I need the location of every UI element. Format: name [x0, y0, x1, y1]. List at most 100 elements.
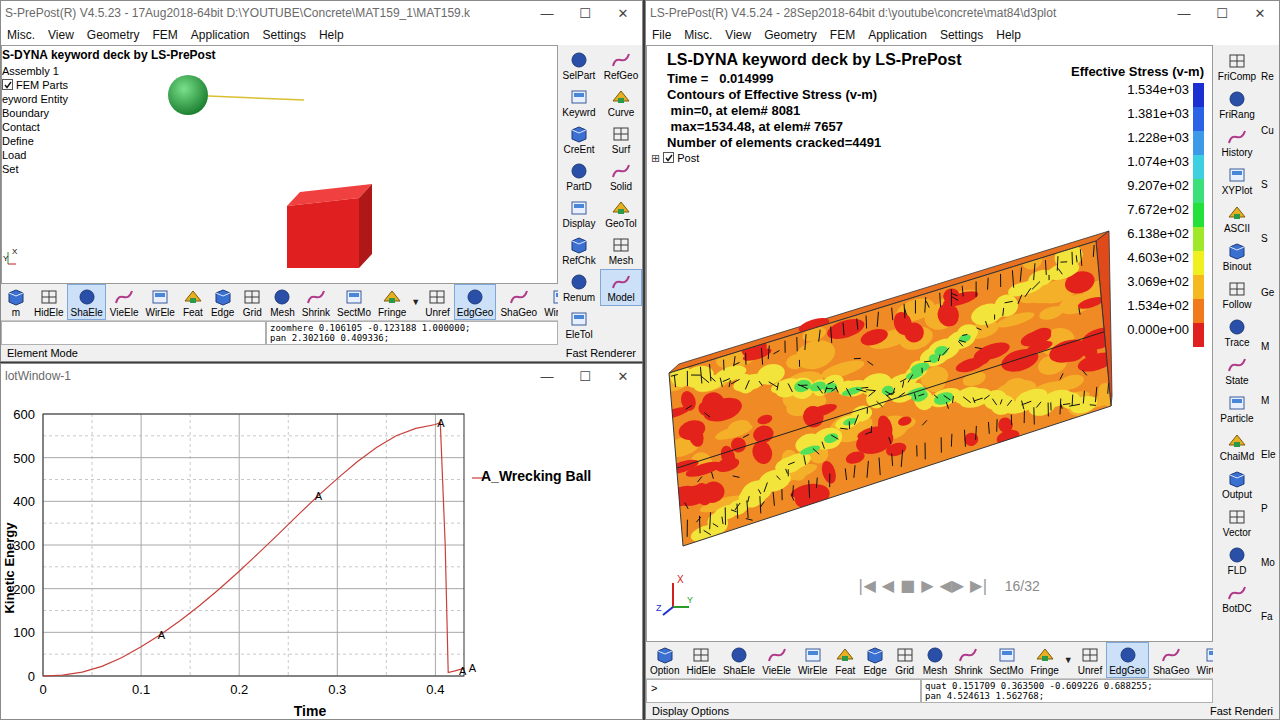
side-tool-button[interactable]: M — [1261, 395, 1279, 449]
window-control-button[interactable]: ☐ — [1203, 6, 1241, 21]
side-tool-button[interactable]: Particle — [1213, 389, 1261, 427]
playback-button[interactable]: ▶| — [969, 576, 989, 595]
side-tool-button[interactable]: State — [1213, 351, 1261, 389]
side-tool-button[interactable]: History — [1213, 123, 1261, 161]
tool-button[interactable]: WirEle — [142, 284, 177, 320]
tool-button[interactable]: WirEle — [795, 642, 830, 678]
tree-item[interactable]: eyword Entity — [2, 92, 557, 106]
playback-button[interactable]: ▶ — [920, 576, 934, 595]
tool-button[interactable]: Fringe — [375, 284, 409, 320]
side-tool-button[interactable]: BotDC — [1213, 579, 1261, 617]
side-tool-button[interactable]: FLD — [1213, 541, 1261, 579]
tool-button[interactable]: Grid — [891, 642, 919, 678]
side-tool-button[interactable]: SelPart — [558, 47, 600, 84]
playback-button[interactable]: ◀▶ — [938, 576, 965, 595]
command-input[interactable]: > — [646, 679, 921, 703]
side-tool-button[interactable]: EleTol — [558, 306, 600, 343]
command-input[interactable] — [1, 321, 266, 345]
window-control-button[interactable]: ✕ — [604, 369, 642, 384]
window-control-button[interactable]: — — [1165, 6, 1203, 21]
side-tool-button[interactable]: Renum — [558, 269, 600, 306]
tool-button[interactable]: EdgGeo — [454, 284, 497, 320]
tool-button[interactable]: ShaGeo — [497, 284, 540, 320]
window-control-button[interactable]: ✕ — [1241, 6, 1279, 21]
side-tool-button[interactable]: S — [1261, 179, 1279, 233]
playback-button[interactable]: ■ — [899, 576, 916, 595]
dropdown-arrow[interactable]: ▼ — [410, 284, 421, 320]
side-tool-button[interactable]: XYPlot — [1213, 161, 1261, 199]
side-tool-button[interactable]: Fa — [1261, 611, 1279, 665]
tree-item[interactable]: Contact — [2, 120, 557, 134]
side-tool-button[interactable]: FriRang — [1213, 85, 1261, 123]
side-tool-button[interactable]: Re — [1261, 71, 1279, 125]
side-tool-button[interactable]: Keywrd — [558, 84, 600, 121]
side-tool-button[interactable]: CreEnt — [558, 121, 600, 158]
tool-button[interactable]: Shrink — [951, 642, 985, 678]
side-tool-button[interactable]: Solid — [600, 158, 642, 195]
side-tool-button[interactable]: RefGeo — [600, 47, 642, 84]
menu-item[interactable]: View — [48, 28, 74, 42]
tool-button[interactable]: Edge — [860, 642, 889, 678]
side-tool-button[interactable]: Display — [558, 195, 600, 232]
side-tool-button[interactable]: Binout — [1213, 237, 1261, 275]
side-tool-button[interactable]: ChaiMd — [1213, 427, 1261, 465]
tree-checkbox[interactable] — [2, 79, 13, 90]
tree-item[interactable]: Boundary — [2, 106, 557, 120]
playback-button[interactable]: |◀ — [857, 576, 877, 595]
menu-item[interactable]: Application — [191, 28, 250, 42]
side-tool-button[interactable]: GeoTol — [600, 195, 642, 232]
tool-button[interactable]: Edge — [208, 284, 237, 320]
tree-item[interactable]: Load — [2, 148, 557, 162]
tree-item[interactable]: Assembly 1 — [2, 64, 557, 78]
tool-button[interactable]: Option — [647, 642, 682, 678]
side-tool-button[interactable]: Trace — [1213, 313, 1261, 351]
window-control-button[interactable]: — — [528, 369, 566, 384]
tree-checkbox[interactable] — [663, 152, 674, 163]
tool-button[interactable]: SectMo — [334, 284, 374, 320]
side-tool-button[interactable]: Model — [600, 269, 642, 306]
tree-item[interactable]: ⊞Post — [651, 151, 962, 165]
menu-item[interactable]: FEM — [830, 28, 855, 42]
tool-button[interactable]: Feat — [831, 642, 859, 678]
tree-item[interactable]: FEM Parts — [2, 78, 557, 92]
menu-item[interactable]: Misc. — [684, 28, 712, 42]
menu-item[interactable]: Geometry — [764, 28, 817, 42]
tool-button[interactable]: Fringe — [1027, 642, 1061, 678]
post-window[interactable]: LS-PrePost(R) V4.5.24 - 28Sep2018-64bit … — [645, 0, 1280, 720]
side-tool-button[interactable]: Output — [1213, 465, 1261, 503]
tool-button[interactable]: VieEle — [107, 284, 142, 320]
menu-item[interactable]: Settings — [263, 28, 306, 42]
side-tool-button[interactable]: ASCII — [1213, 199, 1261, 237]
tool-button[interactable]: ShaEle — [67, 284, 105, 320]
menu-item[interactable]: FEM — [152, 28, 177, 42]
tool-button[interactable]: ShaGeo — [1150, 642, 1193, 678]
side-tool-button[interactable]: RefChk — [558, 232, 600, 269]
side-tool-button[interactable]: Ge — [1261, 287, 1279, 341]
window-control-button[interactable]: ✕ — [604, 6, 642, 21]
tool-button[interactable]: ShaEle — [720, 642, 758, 678]
side-tool-button[interactable]: Follow — [1213, 275, 1261, 313]
tool-button[interactable]: Mesh — [267, 284, 297, 320]
menu-item[interactable]: View — [725, 28, 751, 42]
menu-item[interactable]: Help — [319, 28, 344, 42]
tool-button[interactable]: m — [2, 284, 30, 320]
window-control-button[interactable]: ☐ — [566, 6, 604, 21]
window-control-button[interactable]: — — [528, 6, 566, 21]
plot-window[interactable]: lotWindow-1—☐✕010020030040050060000.10.2… — [0, 363, 643, 720]
side-tool-button[interactable]: FriComp — [1213, 47, 1261, 85]
window-control-button[interactable]: ☐ — [566, 369, 604, 384]
tree-expander[interactable]: ⊞ — [651, 151, 660, 165]
menu-item[interactable]: Geometry — [87, 28, 140, 42]
tool-button[interactable]: Mesh — [920, 642, 950, 678]
dropdown-arrow[interactable]: ▼ — [1063, 642, 1074, 678]
tool-button[interactable]: Grid — [238, 284, 266, 320]
tool-button[interactable]: VieEle — [759, 642, 794, 678]
side-tool-button[interactable]: Mesh — [600, 232, 642, 269]
tool-button[interactable]: Feat — [179, 284, 207, 320]
menu-item[interactable]: Help — [996, 28, 1021, 42]
menu-item[interactable]: Settings — [940, 28, 983, 42]
menu-item[interactable]: Application — [868, 28, 927, 42]
post-viewport[interactable]: LS-DYNA keyword deck by LS-PrePostTime =… — [646, 45, 1213, 642]
tool-button[interactable]: SectMo — [987, 642, 1027, 678]
side-tool-button[interactable]: Ele — [1261, 449, 1279, 503]
